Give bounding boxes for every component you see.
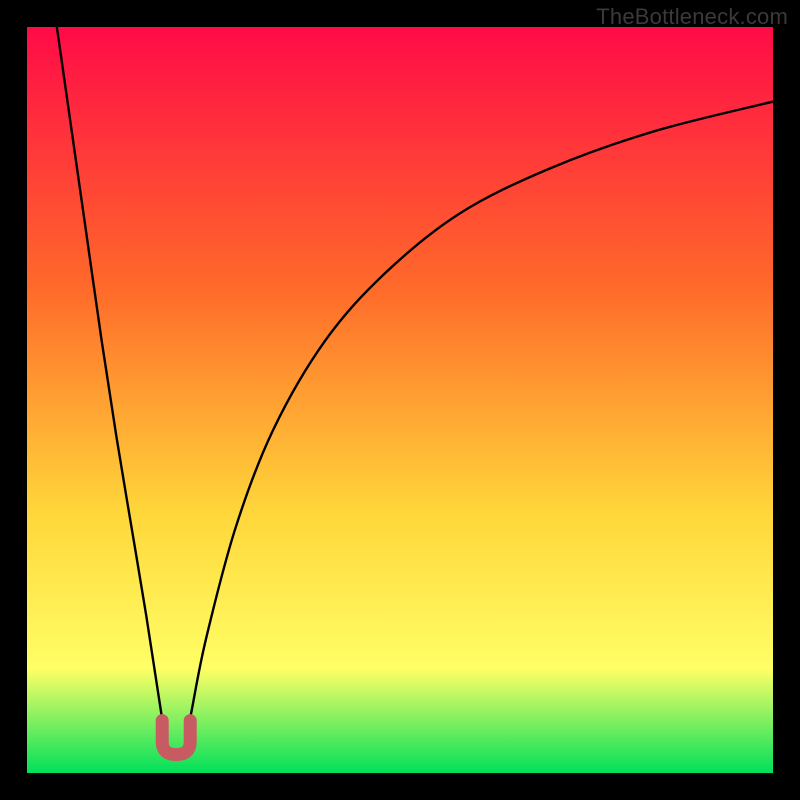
gradient-background (27, 27, 773, 773)
chart-svg (27, 27, 773, 773)
outer-frame: TheBottleneck.com (0, 0, 800, 800)
plot-area (27, 27, 773, 773)
